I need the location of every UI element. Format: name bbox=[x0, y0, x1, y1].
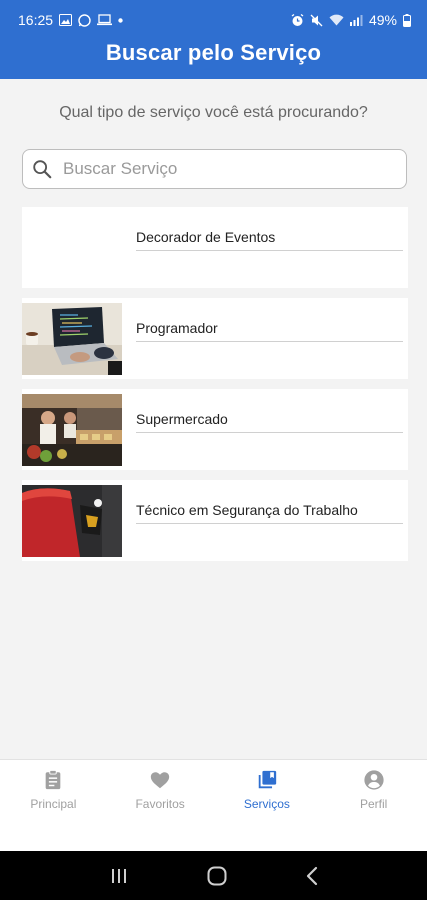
search-icon bbox=[33, 160, 52, 179]
recent-apps-icon[interactable] bbox=[109, 867, 129, 885]
search-field[interactable] bbox=[22, 149, 407, 189]
search-input[interactable] bbox=[63, 159, 383, 179]
nav-item-perfil[interactable]: Perfil bbox=[320, 760, 427, 851]
service-image-placeholder bbox=[22, 212, 122, 284]
library-icon bbox=[258, 770, 277, 789]
page-title: Buscar pelo Serviço bbox=[105, 40, 322, 65]
wifi-icon bbox=[329, 14, 344, 26]
service-item-supermercado[interactable]: Supermercado bbox=[22, 389, 408, 470]
service-image-supermercado bbox=[22, 394, 122, 466]
status-time: 16:25 bbox=[18, 12, 54, 28]
divider bbox=[136, 523, 403, 524]
service-label: Técnico em Segurança do Trabalho bbox=[136, 502, 358, 518]
app-bar: 16:25 49% Buscar pelo Serviço bbox=[0, 0, 427, 79]
alarm-icon bbox=[291, 13, 304, 26]
service-item-tecnico-seguranca[interactable]: Técnico em Segurança do Trabalho bbox=[22, 480, 408, 561]
laptop-icon bbox=[97, 14, 113, 26]
service-label: Supermercado bbox=[136, 411, 228, 427]
service-label: Decorador de Eventos bbox=[136, 229, 276, 245]
divider bbox=[136, 432, 403, 433]
status-bar: 16:25 49% bbox=[18, 11, 411, 29]
heart-icon bbox=[150, 772, 170, 789]
nav-label: Perfil bbox=[359, 797, 388, 811]
whatsapp-icon bbox=[78, 13, 91, 27]
service-image-tecnico bbox=[22, 485, 122, 557]
back-icon[interactable] bbox=[305, 866, 319, 886]
divider bbox=[136, 250, 403, 251]
divider bbox=[136, 341, 403, 342]
mute-icon bbox=[310, 14, 323, 26]
nav-item-principal[interactable]: Principal bbox=[0, 760, 107, 851]
nav-label: Principal bbox=[30, 797, 77, 811]
home-icon[interactable] bbox=[206, 865, 228, 887]
nav-item-favoritos[interactable]: Favoritos bbox=[107, 760, 214, 851]
image-icon bbox=[59, 14, 73, 26]
system-navigation-bar bbox=[0, 851, 427, 900]
battery-icon bbox=[403, 13, 411, 27]
service-item-decorador[interactable]: Decorador de Eventos bbox=[22, 207, 408, 288]
notification-dot-icon bbox=[118, 17, 123, 23]
signal-icon bbox=[349, 15, 363, 26]
bottom-navigation: Principal Favoritos Serviços Perfil bbox=[0, 759, 427, 851]
clipboard-icon bbox=[46, 769, 61, 790]
nav-label: Favoritos bbox=[135, 797, 185, 811]
search-question: Qual tipo de serviço você está procurand… bbox=[59, 104, 368, 121]
service-item-programador[interactable]: Programador bbox=[22, 298, 408, 379]
service-image-programador bbox=[22, 303, 122, 375]
account-icon bbox=[364, 770, 384, 790]
service-label: Programador bbox=[136, 320, 218, 336]
nav-label: Serviços bbox=[243, 797, 290, 811]
battery-percent: 49% bbox=[368, 12, 397, 28]
nav-item-servicos[interactable]: Serviços bbox=[214, 760, 321, 851]
